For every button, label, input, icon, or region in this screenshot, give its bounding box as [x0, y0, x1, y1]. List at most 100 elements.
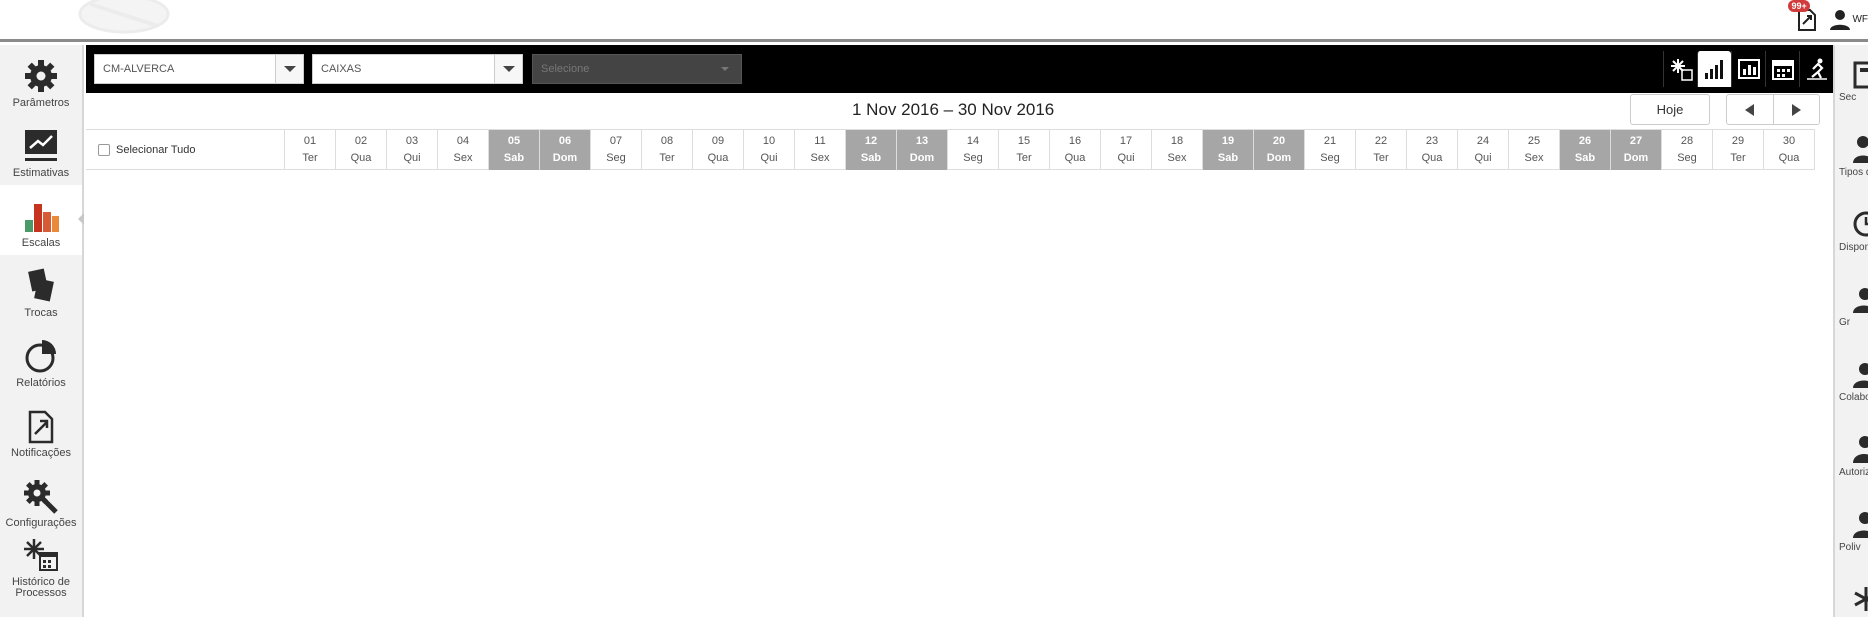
- day-columns: 01 Ter 02 Qua 03 Qui 04 Sex 05 Sab 06 Dom 07 Seg 08 Ter…: [285, 130, 1815, 170]
- day-number: 01: [303, 135, 317, 147]
- next-period-button[interactable]: [1772, 95, 1820, 124]
- day-header-cell[interactable]: 30 Qua: [1764, 130, 1815, 170]
- select-all[interactable]: Selecionar Tudo: [86, 130, 285, 170]
- right-sidebar-item[interactable]: Autoriz Tr: [1835, 420, 1868, 495]
- day-header-cell[interactable]: 11 Sex: [795, 130, 846, 170]
- view-calendar-button[interactable]: [1765, 51, 1799, 87]
- day-header-cell[interactable]: 09 Qua: [693, 130, 744, 170]
- day-header-cell[interactable]: 12 Sab: [846, 130, 897, 170]
- day-number: 16: [1068, 135, 1082, 147]
- day-header-cell[interactable]: 02 Qua: [336, 130, 387, 170]
- user-menu[interactable]: WF: [1828, 7, 1868, 31]
- day-header-cell[interactable]: 22 Ter: [1356, 130, 1407, 170]
- sidebar-item-notificacoes[interactable]: Notificações: [0, 395, 82, 465]
- day-header-cell[interactable]: 18 Sex: [1152, 130, 1203, 170]
- right-sidebar-item[interactable]: Colabo: [1835, 345, 1868, 420]
- day-number: 22: [1374, 135, 1388, 147]
- day-weekday: Qua: [1064, 152, 1086, 164]
- day-header-cell[interactable]: 03 Qui: [387, 130, 438, 170]
- process-history-icon: [24, 539, 58, 571]
- right-sidebar-item[interactable]: Dispon: [1835, 195, 1868, 270]
- day-header-cell[interactable]: 17 Qui: [1101, 130, 1152, 170]
- right-sidebar: Sec Tipos d Dispon Gr Colabo Autoriz Tr …: [1833, 45, 1868, 617]
- third-select[interactable]: Selecione: [532, 54, 742, 84]
- day-number: 13: [915, 135, 929, 147]
- day-number: 11: [814, 135, 826, 147]
- prev-period-button[interactable]: [1727, 95, 1773, 124]
- right-sidebar-label: Sec: [1839, 92, 1857, 103]
- day-weekday: Qua: [1421, 152, 1443, 164]
- day-number: 09: [711, 135, 725, 147]
- top-right-area: 99+ WF: [1788, 0, 1868, 34]
- view-report-button[interactable]: [1731, 51, 1765, 87]
- day-weekday: Seg: [963, 152, 983, 164]
- day-header-cell[interactable]: 23 Qua: [1407, 130, 1458, 170]
- today-button[interactable]: Hoje: [1630, 94, 1710, 125]
- day-header-cell[interactable]: 07 Seg: [591, 130, 642, 170]
- sidebar-item-configuracoes[interactable]: Configurações: [0, 465, 82, 535]
- day-weekday: Ter: [1730, 152, 1746, 164]
- runner-icon: [1806, 58, 1827, 80]
- section-select[interactable]: CAIXAS: [312, 54, 523, 84]
- select-all-checkbox[interactable]: [98, 144, 110, 156]
- day-header-cell[interactable]: 16 Qua: [1050, 130, 1101, 170]
- right-sidebar-item[interactable]: Sec: [1835, 45, 1868, 120]
- right-sidebar-label: Poliv: [1839, 542, 1861, 553]
- day-header-cell[interactable]: 05 Sab: [489, 130, 540, 170]
- day-header-cell[interactable]: 21 Seg: [1305, 130, 1356, 170]
- day-header-cell[interactable]: 15 Ter: [999, 130, 1050, 170]
- sidebar-item-estimativas[interactable]: Estimativas: [0, 115, 82, 185]
- clock-icon: [1853, 211, 1868, 237]
- right-sidebar-item[interactable]: [1835, 570, 1868, 617]
- sidebar-item-escalas[interactable]: Escalas: [0, 185, 84, 255]
- day-weekday: Sab: [503, 152, 525, 164]
- left-sidebar: Parâmetros Estimativas Escalas Trocas Re…: [0, 45, 84, 617]
- right-sidebar-item[interactable]: Tipos d: [1835, 120, 1868, 195]
- store-select[interactable]: CM-ALVERCA: [94, 54, 304, 84]
- day-header-cell[interactable]: 27 Dom: [1611, 130, 1662, 170]
- sidebar-item-trocas[interactable]: Trocas: [0, 255, 82, 325]
- schedule-grid-header: Selecionar Tudo 01 Ter 02 Qua 03 Qui 04 Sex 05 Sa…: [86, 129, 1815, 170]
- day-weekday: Sab: [1217, 152, 1239, 164]
- third-select-placeholder: Selecione: [541, 63, 590, 75]
- view-switcher: [1663, 51, 1833, 87]
- view-runner-button[interactable]: [1799, 51, 1833, 87]
- right-sidebar-item[interactable]: Poliv: [1835, 495, 1868, 570]
- period-nav: [1726, 94, 1820, 125]
- sidebar-item-label: Parâmetros: [12, 97, 70, 109]
- day-header-cell[interactable]: 28 Seg: [1662, 130, 1713, 170]
- notification-button[interactable]: 99+: [1788, 0, 1820, 32]
- select-all-label: Selecionar Tudo: [116, 144, 196, 156]
- sidebar-item-relatorios[interactable]: Relatórios: [0, 325, 82, 395]
- view-process-button[interactable]: [1663, 51, 1697, 87]
- chevron-down-icon[interactable]: [275, 55, 303, 83]
- day-header-cell[interactable]: 19 Sab: [1203, 130, 1254, 170]
- day-header-cell[interactable]: 14 Seg: [948, 130, 999, 170]
- day-header-cell[interactable]: 06 Dom: [540, 130, 591, 170]
- day-header-cell[interactable]: 24 Qui: [1458, 130, 1509, 170]
- day-header-cell[interactable]: 29 Ter: [1713, 130, 1764, 170]
- sidebar-item-parametros[interactable]: Parâmetros: [0, 45, 82, 115]
- person-icon: [1853, 436, 1868, 463]
- day-number: 18: [1170, 135, 1184, 147]
- process-icon: [1670, 59, 1693, 81]
- gear-icon: [25, 60, 57, 92]
- notification-badge: 99+: [1788, 0, 1810, 12]
- day-header-cell[interactable]: 08 Ter: [642, 130, 693, 170]
- chevron-down-icon[interactable]: [494, 55, 522, 83]
- day-number: 28: [1680, 135, 1694, 147]
- day-number: 30: [1782, 135, 1796, 147]
- day-header-cell[interactable]: 10 Qui: [744, 130, 795, 170]
- day-number: 17: [1119, 135, 1133, 147]
- right-sidebar-item[interactable]: Gr: [1835, 270, 1868, 345]
- day-header-cell[interactable]: 04 Sex: [438, 130, 489, 170]
- day-header-cell[interactable]: 20 Dom: [1254, 130, 1305, 170]
- day-header-cell[interactable]: 26 Sab: [1560, 130, 1611, 170]
- sidebar-item-label: Escalas: [21, 237, 61, 249]
- day-weekday: Dom: [1623, 152, 1649, 164]
- day-header-cell[interactable]: 01 Ter: [285, 130, 336, 170]
- day-header-cell[interactable]: 25 Sex: [1509, 130, 1560, 170]
- view-bars-button[interactable]: [1697, 51, 1731, 87]
- day-header-cell[interactable]: 13 Dom: [897, 130, 948, 170]
- sidebar-item-historico[interactable]: Histórico de Processos: [0, 535, 82, 605]
